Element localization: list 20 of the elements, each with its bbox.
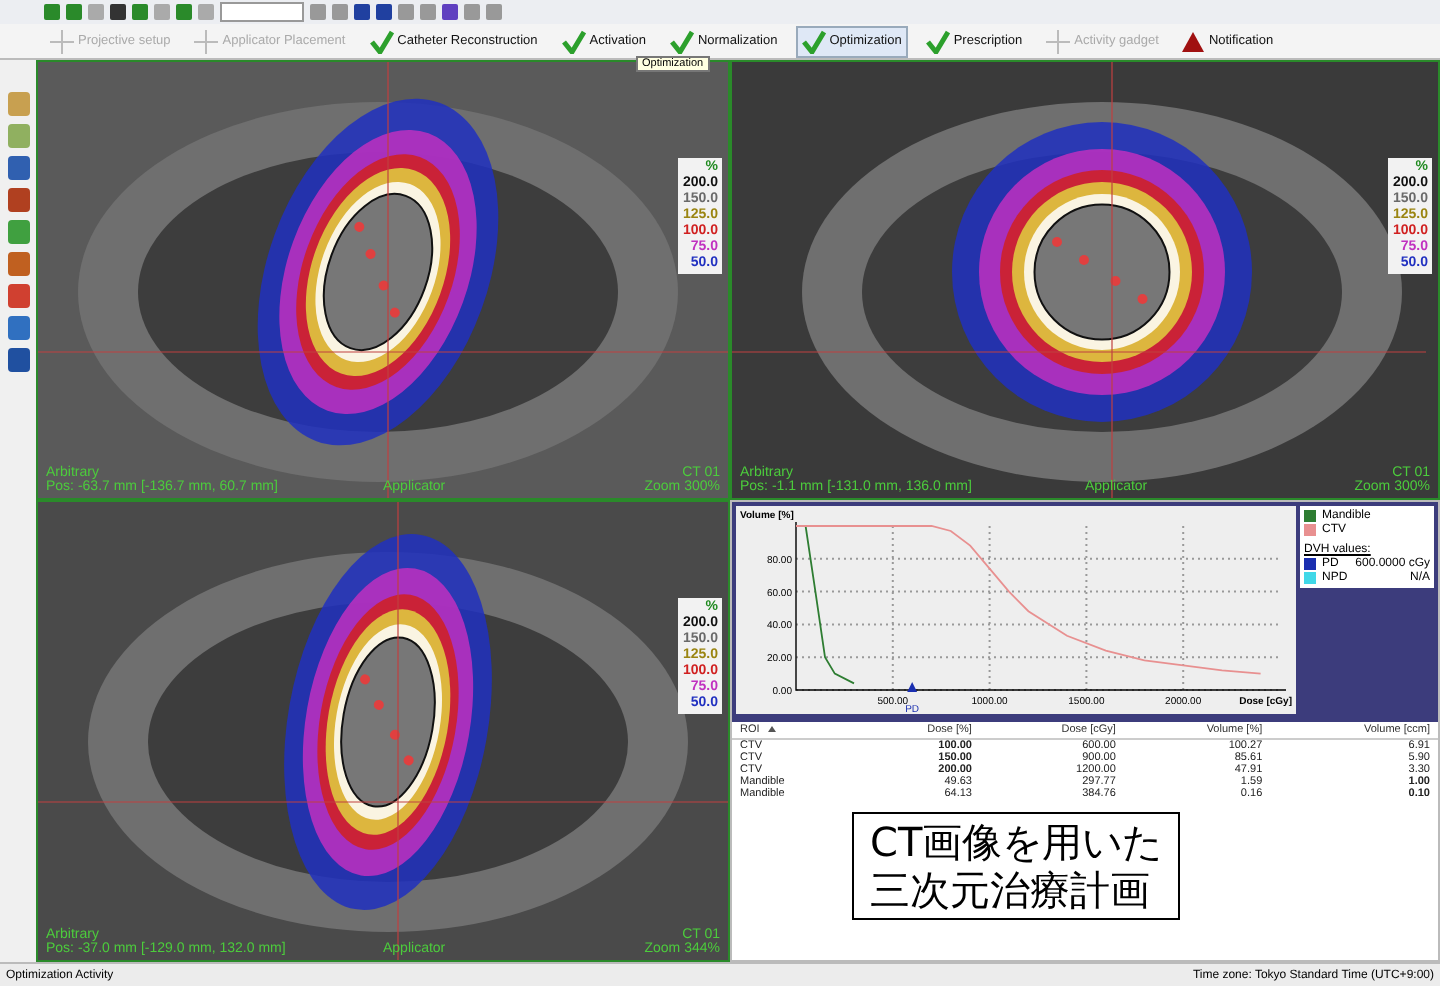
sidebar-icon[interactable]	[7, 252, 29, 276]
sidebar-icon[interactable]	[7, 220, 29, 244]
toolbar-dropdown[interactable]	[220, 2, 304, 22]
sidebar-icon[interactable]	[7, 156, 29, 180]
checkmark-icon	[369, 29, 394, 53]
checkmark-icon	[801, 29, 826, 53]
crosshair-icon	[1046, 29, 1071, 53]
checkmark-icon	[561, 29, 586, 53]
crosshair-icon	[194, 29, 219, 53]
checkmark-icon	[925, 29, 950, 53]
sidebar-icon[interactable]	[7, 284, 29, 308]
pd-marker	[907, 682, 918, 692]
caption-text: 三次元治療計画	[870, 866, 1152, 914]
sidebar-icon[interactable]	[7, 316, 29, 340]
crosshair-icon	[50, 29, 74, 53]
checkmark-icon	[669, 29, 694, 53]
caption-text: CT画像を用いた	[870, 818, 1163, 866]
warning-icon	[1182, 31, 1205, 51]
sidebar-icon[interactable]	[7, 188, 29, 212]
sidebar-icon[interactable]	[7, 348, 29, 372]
